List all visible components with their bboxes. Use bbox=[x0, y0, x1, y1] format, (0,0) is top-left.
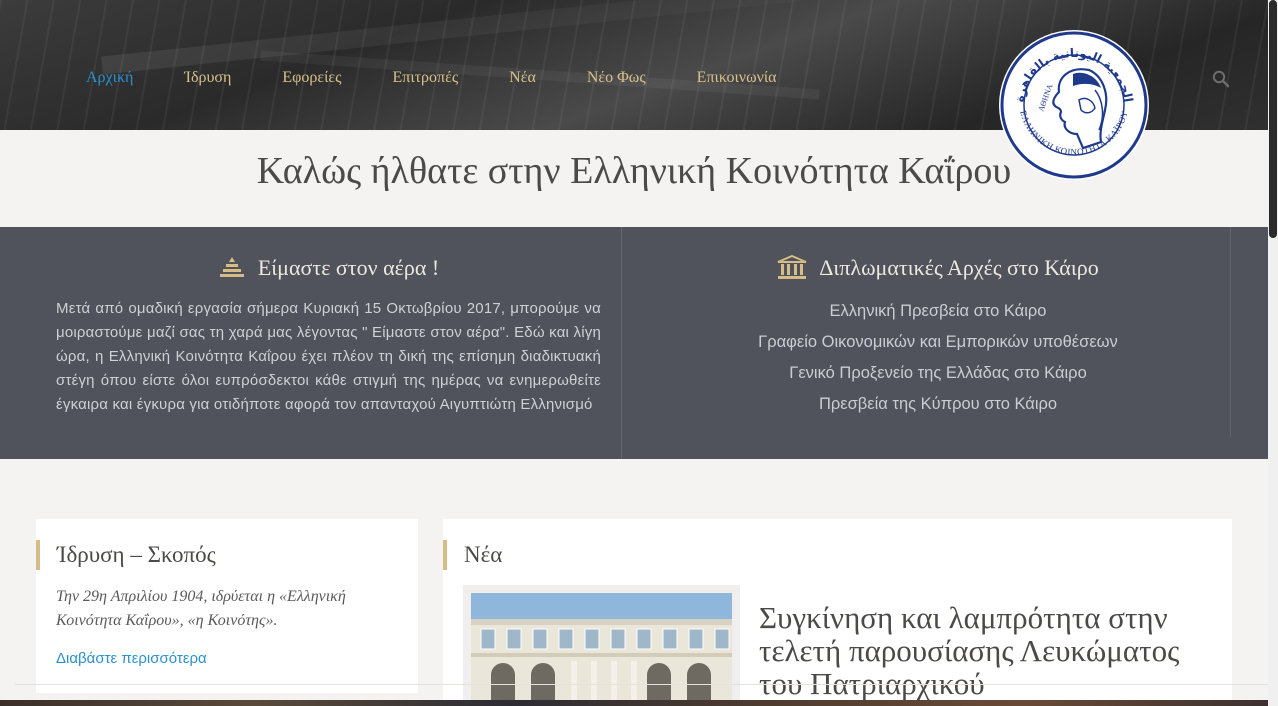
announcement-title: Είμαστε στον αέρα ! bbox=[56, 253, 601, 283]
nav-item-contact[interactable]: Επικοινωνία bbox=[697, 69, 777, 87]
link-consulate[interactable]: Γενικό Προξενείο της Ελλάδας στο Κάιρο bbox=[640, 358, 1236, 389]
nav-item-committees[interactable]: Επιτροπές bbox=[392, 69, 458, 87]
article-title[interactable]: Συγκίνηση και λαμπρότητα στην τελετή παρ… bbox=[759, 601, 1229, 700]
news-heading: Νέα bbox=[443, 540, 502, 570]
logo-seal: الجمعية اليونانية بالقاهرة ΕΛΛΗΝΙΚΗ ΚΟΙΝ… bbox=[1000, 31, 1148, 179]
building-photo[interactable] bbox=[471, 593, 732, 706]
news-thumbnail-frame[interactable] bbox=[463, 585, 740, 706]
link-cyprus-embassy[interactable]: Πρεσβεία της Κύπρου στο Κάιρο bbox=[640, 389, 1236, 420]
read-more-link[interactable]: Διαβάστε περισσότερα bbox=[56, 650, 207, 667]
announcement-heading: Είμαστε στον αέρα ! bbox=[257, 255, 440, 280]
link-greek-embassy[interactable]: Ελληνική Πρεσβεία στο Κάιρο bbox=[640, 296, 1236, 327]
info-band: Είμαστε στον αέρα ! Μετά από ομαδική εργ… bbox=[0, 227, 1268, 459]
pyramid-icon bbox=[219, 257, 244, 277]
founding-heading: Ίδρυση – Σκοπός bbox=[36, 540, 216, 570]
diplomatic-column: Διπλωματικές Αρχές στο Κάιρο Ελληνική Πρ… bbox=[640, 227, 1236, 459]
nav-item-founding[interactable]: Ίδρυση bbox=[184, 69, 231, 87]
diplomatic-links: Ελληνική Πρεσβεία στο Κάιρο Γραφείο Οικο… bbox=[640, 296, 1236, 420]
nav-item-news[interactable]: Νέα bbox=[509, 69, 536, 87]
nav-item-boards[interactable]: Εφορείες bbox=[282, 69, 341, 87]
founding-card: Ίδρυση – Σκοπός Την 29η Απριλίου 1904, ι… bbox=[36, 519, 418, 693]
scrollbar-thumb[interactable] bbox=[1269, 0, 1277, 238]
building-illustration bbox=[471, 593, 732, 706]
embassy-icon bbox=[777, 255, 807, 279]
community-logo[interactable]: الجمعية اليونانية بالقاهرة ΕΛΛΗΝΙΚΗ ΚΟΙΝ… bbox=[999, 30, 1149, 180]
diplomatic-heading: Διπλωματικές Αρχές στο Κάιρο bbox=[819, 255, 1099, 280]
search-icon[interactable] bbox=[1212, 70, 1230, 88]
link-economic-office[interactable]: Γραφείο Οικονομικών και Εμπορικών υποθέσ… bbox=[640, 327, 1236, 358]
founding-text: Την 29η Απριλίου 1904, ιδρύεται η «Ελλην… bbox=[56, 588, 346, 629]
nav-item-home[interactable]: Αρχική bbox=[86, 69, 133, 87]
column-divider bbox=[1230, 227, 1231, 437]
nav-item-neo-fos[interactable]: Νέο Φως bbox=[587, 69, 646, 87]
footer-image-strip bbox=[0, 700, 1278, 706]
announcement-text: Μετά από ομαδική εργασία σήμερα Κυριακή … bbox=[56, 300, 601, 413]
footer-divider bbox=[15, 684, 1278, 685]
announcement-column: Είμαστε στον αέρα ! Μετά από ομαδική εργ… bbox=[56, 227, 601, 459]
column-divider bbox=[621, 227, 622, 459]
diplomatic-title: Διπλωματικές Αρχές στο Κάιρο bbox=[640, 253, 1236, 283]
main-nav: Αρχική Ίδρυση Εφορείες Επιτροπές Νέα Νέο… bbox=[86, 69, 828, 87]
news-card: Νέα Συγκίνηση και λαμπρότητα στην τελετή… bbox=[443, 519, 1232, 706]
